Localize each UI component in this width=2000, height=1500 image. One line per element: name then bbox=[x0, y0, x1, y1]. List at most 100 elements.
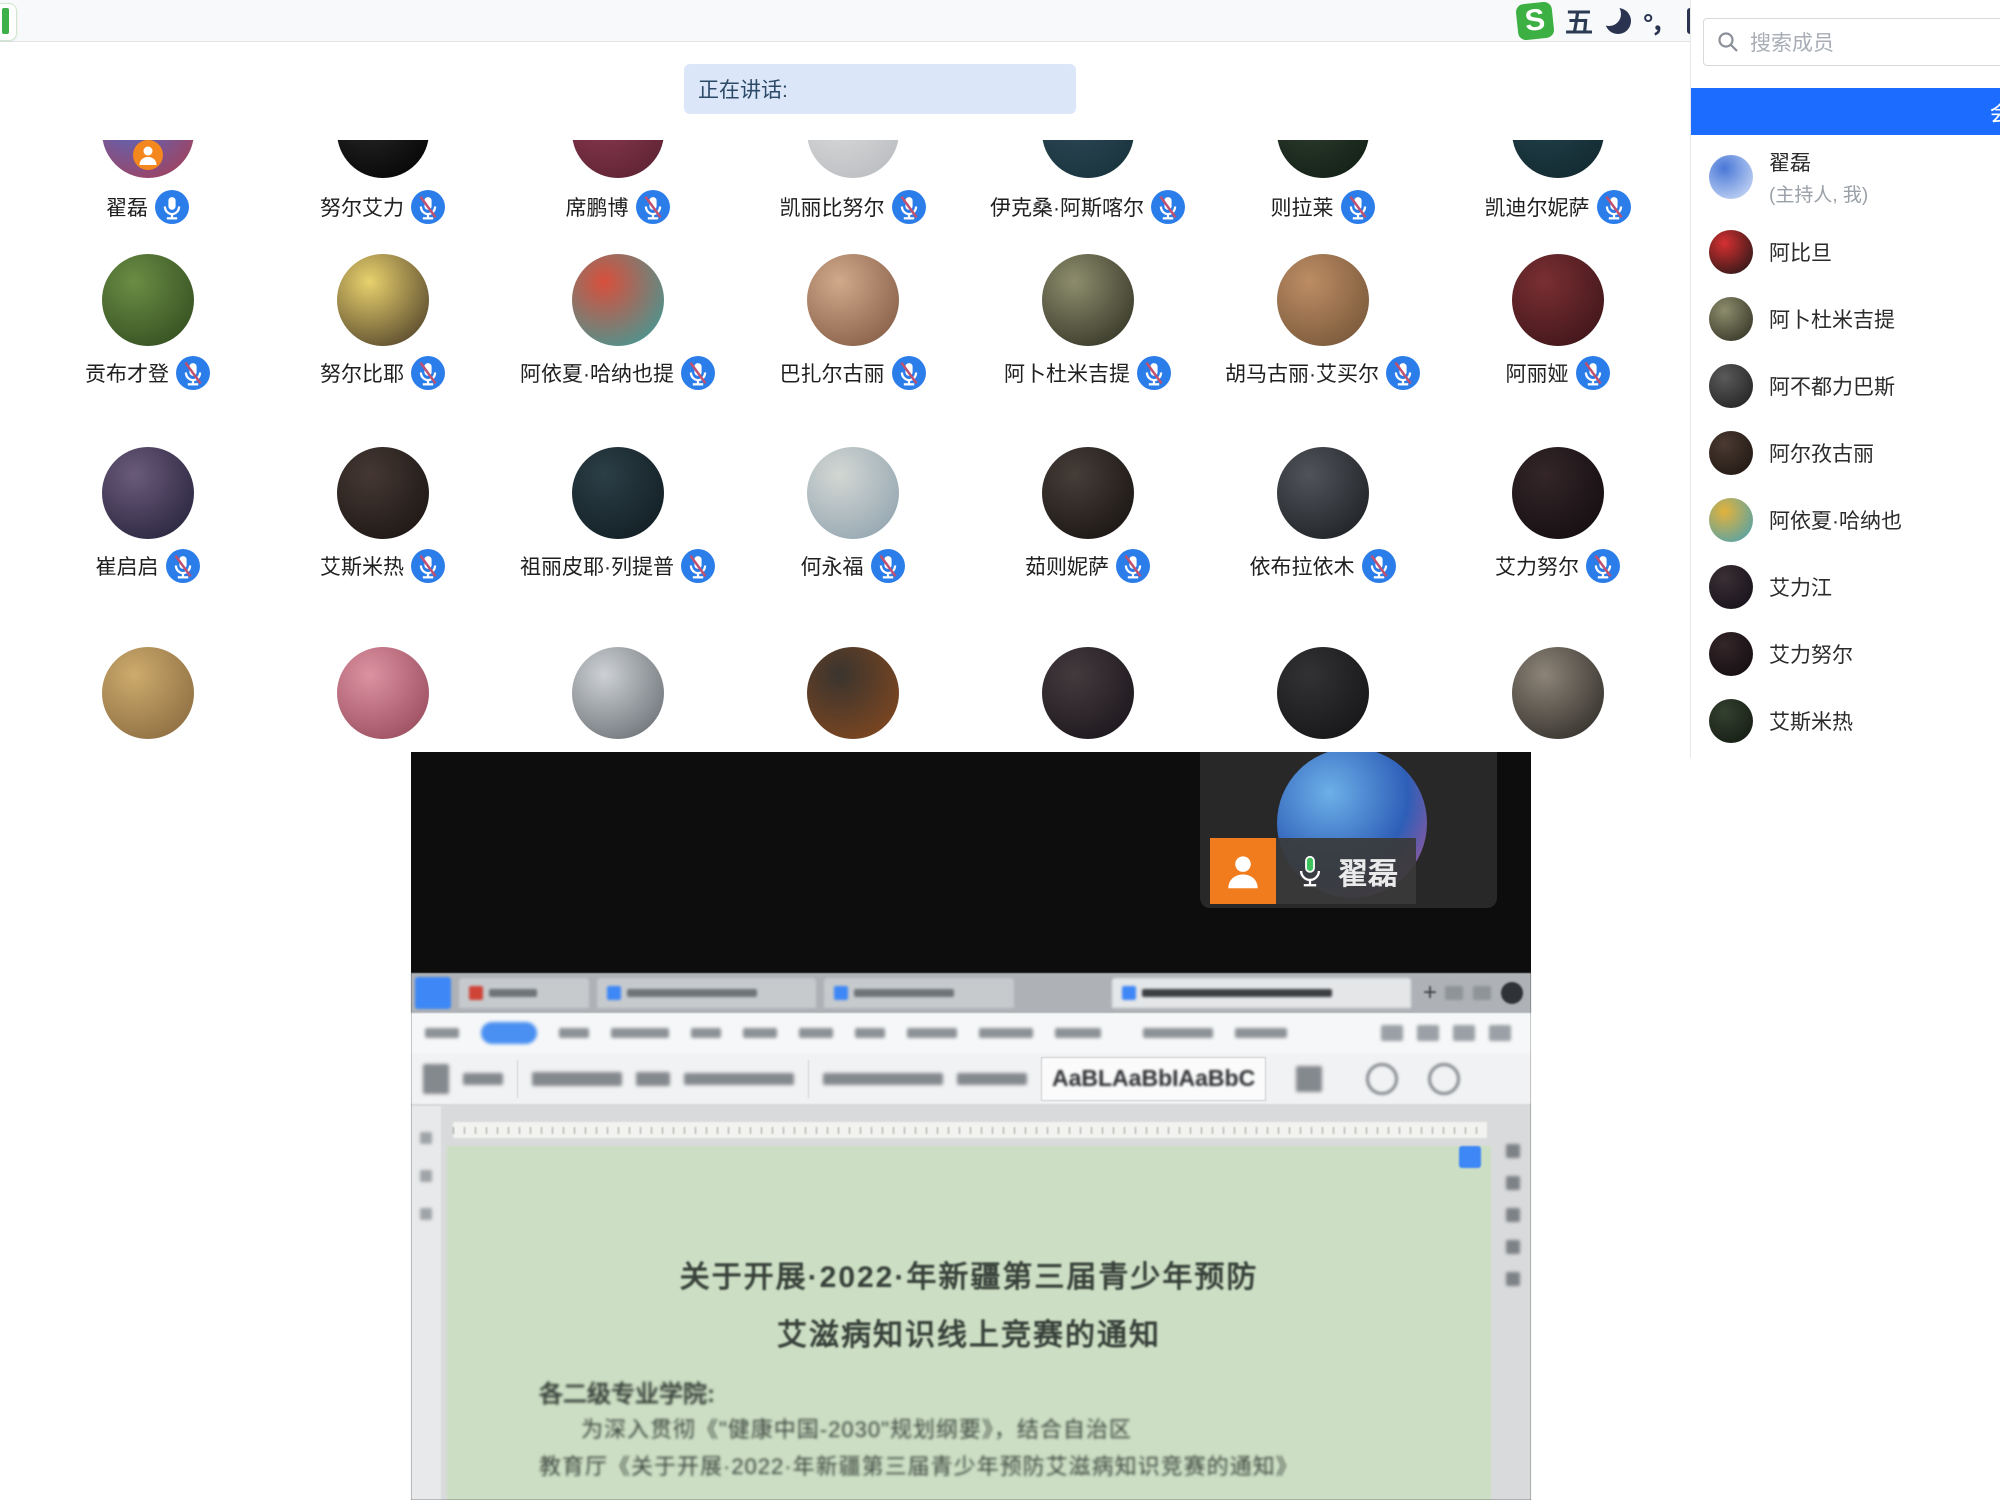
ribbon-right-icon[interactable] bbox=[1381, 1025, 1403, 1041]
comment-marker-icon[interactable] bbox=[1459, 1146, 1481, 1168]
rail-icon[interactable] bbox=[1506, 1240, 1520, 1254]
participant-tile[interactable]: 阿丽娅 bbox=[1440, 254, 1675, 391]
new-tab-button[interactable]: + bbox=[1423, 979, 1437, 1007]
participant-tile[interactable] bbox=[1440, 647, 1675, 739]
participant-tile[interactable]: 何永福 bbox=[735, 447, 970, 584]
punctuation-icon[interactable]: °， bbox=[1643, 3, 1675, 40]
wps-doc-tab-active[interactable] bbox=[1112, 978, 1411, 1008]
font-size-select[interactable] bbox=[636, 1072, 670, 1086]
wps-doc-tab[interactable] bbox=[597, 978, 817, 1008]
member-row[interactable]: 阿卜杜米吉提 bbox=[1709, 297, 1895, 341]
paragraph-buttons[interactable] bbox=[823, 1073, 943, 1085]
select-icon[interactable] bbox=[1428, 1063, 1460, 1095]
mic-icon[interactable] bbox=[176, 356, 210, 390]
find-icon[interactable] bbox=[1366, 1063, 1398, 1095]
participant-tile[interactable]: 伊克桑·阿斯喀尔 bbox=[970, 140, 1205, 225]
wps-home-tab[interactable] bbox=[415, 977, 451, 1009]
mic-icon[interactable] bbox=[871, 549, 905, 583]
ribbon-tab[interactable] bbox=[907, 1028, 957, 1038]
participant-tile[interactable]: 则拉莱 bbox=[1205, 140, 1440, 225]
ribbon-tab[interactable] bbox=[855, 1028, 885, 1038]
mic-icon[interactable] bbox=[411, 190, 445, 224]
sogou-ime-icon[interactable]: S bbox=[1515, 1, 1555, 41]
ribbon-right-icon[interactable] bbox=[1453, 1025, 1475, 1041]
ribbon-tab[interactable] bbox=[1235, 1028, 1287, 1038]
member-row[interactable]: 阿尔孜古丽 bbox=[1709, 431, 1874, 475]
ribbon-tab[interactable] bbox=[979, 1028, 1033, 1038]
ime-mode-label[interactable]: 五 bbox=[1565, 1, 1593, 41]
wps-doc-tab[interactable] bbox=[824, 978, 1014, 1008]
ribbon-tab[interactable] bbox=[691, 1028, 721, 1038]
style-gallery[interactable]: AaBLAaBbIAaBbC bbox=[1041, 1057, 1266, 1101]
participant-tile[interactable]: 依布拉依木 bbox=[1205, 447, 1440, 584]
participant-tile[interactable]: 祖丽皮耶·列提普 bbox=[500, 447, 735, 584]
participant-tile[interactable]: 努尔艾力 bbox=[265, 140, 500, 225]
mic-icon[interactable] bbox=[1386, 356, 1420, 390]
participant-tile[interactable]: 凯丽比努尔 bbox=[735, 140, 970, 225]
mic-icon[interactable] bbox=[1586, 549, 1620, 583]
ribbon-right-icon[interactable] bbox=[1489, 1025, 1511, 1041]
window-control-icon[interactable] bbox=[1473, 986, 1491, 1000]
account-avatar[interactable] bbox=[1501, 982, 1523, 1004]
mic-icon[interactable] bbox=[411, 549, 445, 583]
window-control-icon[interactable] bbox=[1445, 986, 1463, 1000]
paste-button[interactable] bbox=[423, 1064, 449, 1094]
tab-in-meeting[interactable]: 会议中( bbox=[1691, 88, 2000, 135]
participant-tile[interactable] bbox=[30, 647, 265, 739]
mic-icon[interactable] bbox=[1116, 549, 1150, 583]
member-row[interactable]: 艾力努尔 bbox=[1709, 632, 1853, 676]
participant-tile[interactable] bbox=[1205, 647, 1440, 739]
participant-tile[interactable]: 努尔比耶 bbox=[265, 254, 500, 391]
participant-tile[interactable]: 艾力努尔 bbox=[1440, 447, 1675, 584]
member-row[interactable]: 阿比旦 bbox=[1709, 230, 1832, 274]
mic-icon[interactable] bbox=[166, 549, 200, 583]
rail-icon[interactable] bbox=[1506, 1272, 1520, 1286]
mic-icon[interactable] bbox=[892, 190, 926, 224]
mic-icon[interactable] bbox=[681, 356, 715, 390]
ribbon-tab-active[interactable] bbox=[481, 1022, 537, 1044]
participant-tile[interactable]: 翟磊 bbox=[30, 140, 265, 225]
document-page[interactable]: 关于开展·2022·年新疆第三届青少年预防 艾滋病知识线上竞赛的通知 各二级专业… bbox=[447, 1146, 1491, 1500]
mic-icon[interactable] bbox=[1362, 549, 1396, 583]
moon-icon[interactable] bbox=[1605, 8, 1631, 34]
font-style-buttons[interactable] bbox=[684, 1073, 794, 1085]
member-row[interactable]: 阿依夏·哈纳也 bbox=[1709, 498, 1902, 542]
participant-tile[interactable] bbox=[735, 647, 970, 739]
ribbon-tab[interactable] bbox=[1055, 1028, 1101, 1038]
rail-icon[interactable] bbox=[1506, 1176, 1520, 1190]
ribbon-tab[interactable] bbox=[743, 1028, 777, 1038]
member-row[interactable]: 艾力江 bbox=[1709, 565, 1832, 609]
align-buttons[interactable] bbox=[957, 1073, 1027, 1085]
member-row[interactable]: 阿不都力巴斯 bbox=[1709, 364, 1895, 408]
participant-tile[interactable]: 阿依夏·哈纳也提 bbox=[500, 254, 735, 391]
mic-icon[interactable] bbox=[411, 356, 445, 390]
participant-tile[interactable] bbox=[970, 647, 1205, 739]
participant-tile[interactable]: 阿卜杜米吉提 bbox=[970, 254, 1205, 391]
mic-icon[interactable] bbox=[1341, 190, 1375, 224]
participant-tile[interactable]: 巴扎尔古丽 bbox=[735, 254, 970, 391]
ribbon-tab[interactable] bbox=[559, 1028, 589, 1038]
participant-tile[interactable] bbox=[500, 647, 735, 739]
participant-tile[interactable] bbox=[265, 647, 500, 739]
mic-icon[interactable] bbox=[1151, 190, 1185, 224]
presenter-video-tile[interactable]: 翟磊 bbox=[1200, 752, 1497, 908]
ribbon-tab[interactable] bbox=[425, 1028, 459, 1038]
ribbon-tab[interactable] bbox=[799, 1028, 833, 1038]
ribbon-tab[interactable] bbox=[611, 1028, 669, 1038]
participant-tile[interactable]: 茹则妮萨 bbox=[970, 447, 1205, 584]
participant-tile[interactable]: 胡马古丽·艾买尔 bbox=[1205, 254, 1440, 391]
rail-icon[interactable] bbox=[1506, 1144, 1520, 1158]
mic-icon[interactable] bbox=[892, 356, 926, 390]
mic-icon[interactable] bbox=[1597, 190, 1631, 224]
mic-icon[interactable] bbox=[155, 190, 189, 224]
participant-tile[interactable]: 贡布才登 bbox=[30, 254, 265, 391]
member-row[interactable]: 翟磊 (主持人, 我) bbox=[1709, 147, 1868, 207]
search-members-box[interactable]: 搜索成员 bbox=[1703, 18, 2000, 66]
rail-icon[interactable] bbox=[1506, 1208, 1520, 1222]
member-row[interactable]: 艾斯米热 bbox=[1709, 699, 1853, 743]
participant-tile[interactable]: 席鹏博 bbox=[500, 140, 735, 225]
participant-tile[interactable]: 艾斯米热 bbox=[265, 447, 500, 584]
participant-tile[interactable]: 崔启启 bbox=[30, 447, 265, 584]
ribbon-right-icon[interactable] bbox=[1417, 1025, 1439, 1041]
wps-doc-tab[interactable] bbox=[459, 978, 589, 1008]
